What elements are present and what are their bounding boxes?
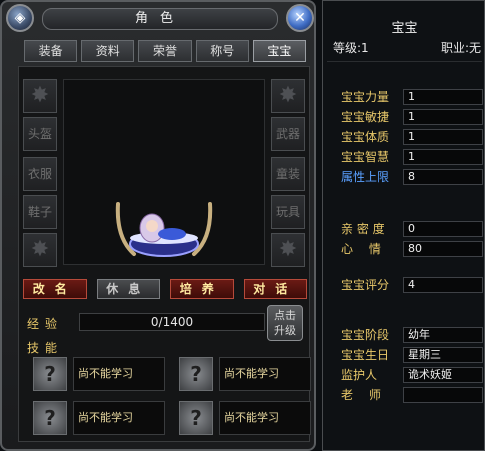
stat-intimacy: 亲 密 度 0 xyxy=(341,221,483,237)
slot-empty-top-right[interactable]: ✸ xyxy=(271,79,305,113)
detail-label: 监护人 xyxy=(341,368,378,382)
detail-guardian: 监护人 诡术妖姬 xyxy=(341,367,483,383)
stat-label: 宝宝力量 xyxy=(341,90,390,104)
exp-bar: 0/1400 xyxy=(79,313,265,331)
pet-level: 等级:1 xyxy=(333,41,369,55)
upgrade-button[interactable]: 点击 升级 xyxy=(267,305,303,341)
skill-slot-4[interactable]: ? 尚不能学习 xyxy=(179,401,311,435)
stat-score: 宝宝评分 4 xyxy=(341,277,483,293)
character-panel: ◈ 角色 ✕ 装备 资料 荣誉 称号 宝宝 ✸ 头盔 衣服 鞋子 ✸ ✸ 武器 … xyxy=(0,0,316,451)
detail-birthday: 宝宝生日 星期三 xyxy=(341,347,483,363)
stat-label: 宝宝体质 xyxy=(341,130,390,144)
baby-cradle-icon xyxy=(115,202,213,257)
skill-slot-2[interactable]: ? 尚不能学习 xyxy=(179,357,311,391)
unknown-skill-icon: ? xyxy=(179,357,213,391)
stat-cap: 属性上限 8 xyxy=(341,169,483,185)
stat-constitution: 宝宝体质 1 xyxy=(341,129,483,145)
stat-label: 亲 密 度 xyxy=(341,222,385,236)
empty-slot-icon: ✸ xyxy=(278,237,298,262)
stat-value: 1 xyxy=(403,89,483,105)
stat-label: 心 情 xyxy=(341,242,381,256)
tab-pet[interactable]: 宝宝 xyxy=(252,40,307,62)
detail-label: 宝宝生日 xyxy=(341,348,390,362)
detail-value xyxy=(403,387,483,403)
stat-value: 1 xyxy=(403,129,483,145)
pet-preview xyxy=(63,79,265,265)
unknown-skill-icon: ? xyxy=(179,401,213,435)
slot-empty-bottom-left[interactable]: ✸ xyxy=(23,233,57,267)
slot-shoes[interactable]: 鞋子 xyxy=(23,195,57,229)
stat-label: 宝宝敏捷 xyxy=(341,110,390,124)
stat-value: 1 xyxy=(403,109,483,125)
detail-teacher: 老 师 xyxy=(341,387,483,403)
empty-slot-icon: ✸ xyxy=(278,83,298,108)
unknown-skill-icon: ? xyxy=(33,357,67,391)
unknown-skill-icon: ? xyxy=(33,401,67,435)
stat-value: 8 xyxy=(403,169,483,185)
divider xyxy=(327,61,482,62)
skills-label: 技能 xyxy=(27,341,64,355)
detail-label: 宝宝阶段 xyxy=(341,328,390,342)
pet-content: ✸ 头盔 衣服 鞋子 ✸ ✸ 武器 童装 玩具 ✸ 改名 休息 培养 对话 经验… xyxy=(18,66,311,442)
detail-stage: 宝宝阶段 幼年 xyxy=(341,327,483,343)
empty-slot-icon: ✸ xyxy=(30,237,50,262)
upgrade-line1: 点击 xyxy=(274,309,296,322)
stat-value: 0 xyxy=(403,221,483,237)
rest-button[interactable]: 休息 xyxy=(96,279,160,299)
tab-profile[interactable]: 资料 xyxy=(81,40,135,62)
stat-label: 宝宝智慧 xyxy=(341,150,390,164)
pet-summary: 等级:1 职业:无 xyxy=(333,39,481,56)
skill-slot-1[interactable]: ? 尚不能学习 xyxy=(33,357,165,391)
nurture-button[interactable]: 培养 xyxy=(170,279,234,299)
slot-kids-clothes[interactable]: 童装 xyxy=(271,157,305,191)
upgrade-line2: 升级 xyxy=(274,324,296,337)
skill-name: 尚不能学习 xyxy=(219,357,311,391)
pet-info-panel: 宝宝 等级:1 职业:无 宝宝力量 1 宝宝敏捷 1 宝宝体质 1 宝宝智慧 1… xyxy=(322,0,485,451)
tab-equipment[interactable]: 装备 xyxy=(24,40,78,62)
stat-label: 宝宝评分 xyxy=(341,278,390,292)
rename-button[interactable]: 改名 xyxy=(23,279,87,299)
skill-slot-3[interactable]: ? 尚不能学习 xyxy=(33,401,165,435)
close-icon[interactable]: ✕ xyxy=(286,4,314,32)
stat-strength: 宝宝力量 1 xyxy=(341,89,483,105)
tab-honor[interactable]: 荣誉 xyxy=(138,40,192,62)
window-title: 角色 xyxy=(42,8,278,30)
slot-clothes[interactable]: 衣服 xyxy=(23,157,57,191)
stat-agility: 宝宝敏捷 1 xyxy=(341,109,483,125)
slot-empty-top-left[interactable]: ✸ xyxy=(23,79,57,113)
tab-bar: 装备 资料 荣誉 称号 宝宝 xyxy=(24,40,307,62)
stat-wisdom: 宝宝智慧 1 xyxy=(341,149,483,165)
tab-title[interactable]: 称号 xyxy=(195,40,249,62)
stat-value: 80 xyxy=(403,241,483,257)
exp-label: 经验 xyxy=(27,317,64,331)
stat-mood: 心 情 80 xyxy=(341,241,483,257)
talk-button[interactable]: 对话 xyxy=(243,279,307,299)
detail-value: 幼年 xyxy=(403,327,483,343)
detail-value: 诡术妖姬 xyxy=(403,367,483,383)
stat-value: 4 xyxy=(403,277,483,293)
detail-value: 星期三 xyxy=(403,347,483,363)
empty-slot-icon: ✸ xyxy=(30,83,50,108)
slot-helmet[interactable]: 头盔 xyxy=(23,117,57,151)
pet-class: 职业:无 xyxy=(440,41,481,55)
slot-empty-bottom-right[interactable]: ✸ xyxy=(271,233,305,267)
slot-toy[interactable]: 玩具 xyxy=(271,195,305,229)
stat-value: 1 xyxy=(403,149,483,165)
pet-name: 宝宝 xyxy=(391,21,418,36)
slot-weapon[interactable]: 武器 xyxy=(271,117,305,151)
skill-name: 尚不能学习 xyxy=(219,401,311,435)
detail-label: 老 师 xyxy=(341,388,381,402)
menu-orb-icon[interactable]: ◈ xyxy=(6,4,34,32)
action-buttons: 改名 休息 培养 对话 xyxy=(23,279,307,299)
skill-name: 尚不能学习 xyxy=(73,401,165,435)
skill-name: 尚不能学习 xyxy=(73,357,165,391)
stat-label: 属性上限 xyxy=(341,170,390,184)
